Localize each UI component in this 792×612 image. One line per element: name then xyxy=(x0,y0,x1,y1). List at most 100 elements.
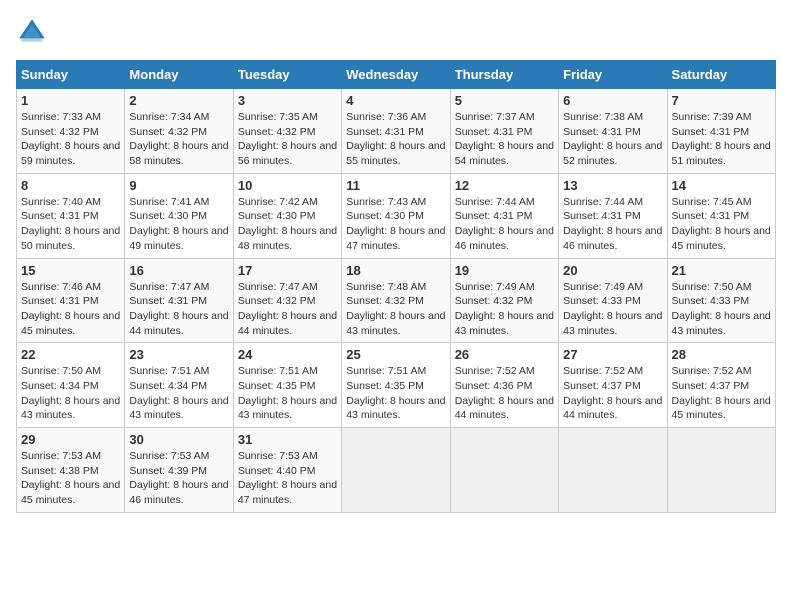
day-number: 21 xyxy=(672,263,771,278)
calendar-cell: 19 Sunrise: 7:49 AMSunset: 4:32 PMDaylig… xyxy=(450,258,558,343)
calendar-cell xyxy=(667,428,775,513)
day-number: 24 xyxy=(238,347,337,362)
day-number: 31 xyxy=(238,432,337,447)
day-detail: Sunrise: 7:49 AMSunset: 4:33 PMDaylight:… xyxy=(563,281,662,337)
day-detail: Sunrise: 7:46 AMSunset: 4:31 PMDaylight:… xyxy=(21,281,120,337)
day-number: 22 xyxy=(21,347,120,362)
day-number: 29 xyxy=(21,432,120,447)
calendar-cell: 11 Sunrise: 7:43 AMSunset: 4:30 PMDaylig… xyxy=(342,173,450,258)
day-detail: Sunrise: 7:50 AMSunset: 4:34 PMDaylight:… xyxy=(21,365,120,421)
calendar-header-friday: Friday xyxy=(559,61,667,89)
calendar-cell: 24 Sunrise: 7:51 AMSunset: 4:35 PMDaylig… xyxy=(233,343,341,428)
day-detail: Sunrise: 7:43 AMSunset: 4:30 PMDaylight:… xyxy=(346,196,445,252)
day-detail: Sunrise: 7:47 AMSunset: 4:31 PMDaylight:… xyxy=(129,281,228,337)
day-number: 12 xyxy=(455,178,554,193)
calendar-cell: 29 Sunrise: 7:53 AMSunset: 4:38 PMDaylig… xyxy=(17,428,125,513)
day-detail: Sunrise: 7:51 AMSunset: 4:34 PMDaylight:… xyxy=(129,365,228,421)
calendar-cell: 15 Sunrise: 7:46 AMSunset: 4:31 PMDaylig… xyxy=(17,258,125,343)
day-number: 1 xyxy=(21,93,120,108)
calendar-cell: 21 Sunrise: 7:50 AMSunset: 4:33 PMDaylig… xyxy=(667,258,775,343)
day-detail: Sunrise: 7:47 AMSunset: 4:32 PMDaylight:… xyxy=(238,281,337,337)
day-detail: Sunrise: 7:51 AMSunset: 4:35 PMDaylight:… xyxy=(238,365,337,421)
calendar-cell: 17 Sunrise: 7:47 AMSunset: 4:32 PMDaylig… xyxy=(233,258,341,343)
day-number: 6 xyxy=(563,93,662,108)
day-number: 13 xyxy=(563,178,662,193)
calendar-cell: 7 Sunrise: 7:39 AMSunset: 4:31 PMDayligh… xyxy=(667,89,775,174)
day-detail: Sunrise: 7:49 AMSunset: 4:32 PMDaylight:… xyxy=(455,281,554,337)
calendar-header-thursday: Thursday xyxy=(450,61,558,89)
calendar-header-tuesday: Tuesday xyxy=(233,61,341,89)
day-detail: Sunrise: 7:48 AMSunset: 4:32 PMDaylight:… xyxy=(346,281,445,337)
day-number: 3 xyxy=(238,93,337,108)
day-number: 10 xyxy=(238,178,337,193)
logo-icon xyxy=(16,16,48,48)
day-number: 17 xyxy=(238,263,337,278)
day-number: 8 xyxy=(21,178,120,193)
day-detail: Sunrise: 7:52 AMSunset: 4:36 PMDaylight:… xyxy=(455,365,554,421)
day-detail: Sunrise: 7:41 AMSunset: 4:30 PMDaylight:… xyxy=(129,196,228,252)
day-number: 5 xyxy=(455,93,554,108)
day-detail: Sunrise: 7:33 AMSunset: 4:32 PMDaylight:… xyxy=(21,111,120,167)
day-number: 28 xyxy=(672,347,771,362)
day-detail: Sunrise: 7:45 AMSunset: 4:31 PMDaylight:… xyxy=(672,196,771,252)
day-number: 4 xyxy=(346,93,445,108)
day-detail: Sunrise: 7:53 AMSunset: 4:39 PMDaylight:… xyxy=(129,450,228,506)
day-number: 7 xyxy=(672,93,771,108)
calendar-cell: 25 Sunrise: 7:51 AMSunset: 4:35 PMDaylig… xyxy=(342,343,450,428)
day-detail: Sunrise: 7:51 AMSunset: 4:35 PMDaylight:… xyxy=(346,365,445,421)
day-number: 9 xyxy=(129,178,228,193)
calendar-cell: 26 Sunrise: 7:52 AMSunset: 4:36 PMDaylig… xyxy=(450,343,558,428)
day-detail: Sunrise: 7:52 AMSunset: 4:37 PMDaylight:… xyxy=(563,365,662,421)
day-detail: Sunrise: 7:37 AMSunset: 4:31 PMDaylight:… xyxy=(455,111,554,167)
day-number: 16 xyxy=(129,263,228,278)
calendar-header-wednesday: Wednesday xyxy=(342,61,450,89)
logo xyxy=(16,16,52,48)
day-number: 26 xyxy=(455,347,554,362)
day-detail: Sunrise: 7:52 AMSunset: 4:37 PMDaylight:… xyxy=(672,365,771,421)
day-detail: Sunrise: 7:38 AMSunset: 4:31 PMDaylight:… xyxy=(563,111,662,167)
calendar-week-row: 8 Sunrise: 7:40 AMSunset: 4:31 PMDayligh… xyxy=(17,173,776,258)
day-number: 25 xyxy=(346,347,445,362)
calendar-cell: 5 Sunrise: 7:37 AMSunset: 4:31 PMDayligh… xyxy=(450,89,558,174)
calendar-header-monday: Monday xyxy=(125,61,233,89)
calendar-cell: 14 Sunrise: 7:45 AMSunset: 4:31 PMDaylig… xyxy=(667,173,775,258)
day-detail: Sunrise: 7:50 AMSunset: 4:33 PMDaylight:… xyxy=(672,281,771,337)
day-detail: Sunrise: 7:44 AMSunset: 4:31 PMDaylight:… xyxy=(563,196,662,252)
day-number: 18 xyxy=(346,263,445,278)
day-detail: Sunrise: 7:42 AMSunset: 4:30 PMDaylight:… xyxy=(238,196,337,252)
header xyxy=(16,16,776,48)
calendar-header-saturday: Saturday xyxy=(667,61,775,89)
calendar-header-sunday: Sunday xyxy=(17,61,125,89)
day-number: 2 xyxy=(129,93,228,108)
day-number: 27 xyxy=(563,347,662,362)
calendar-cell: 8 Sunrise: 7:40 AMSunset: 4:31 PMDayligh… xyxy=(17,173,125,258)
calendar-week-row: 29 Sunrise: 7:53 AMSunset: 4:38 PMDaylig… xyxy=(17,428,776,513)
day-detail: Sunrise: 7:35 AMSunset: 4:32 PMDaylight:… xyxy=(238,111,337,167)
day-detail: Sunrise: 7:34 AMSunset: 4:32 PMDaylight:… xyxy=(129,111,228,167)
calendar-cell xyxy=(450,428,558,513)
calendar-cell xyxy=(342,428,450,513)
calendar-cell: 30 Sunrise: 7:53 AMSunset: 4:39 PMDaylig… xyxy=(125,428,233,513)
calendar-cell: 12 Sunrise: 7:44 AMSunset: 4:31 PMDaylig… xyxy=(450,173,558,258)
calendar-week-row: 1 Sunrise: 7:33 AMSunset: 4:32 PMDayligh… xyxy=(17,89,776,174)
day-detail: Sunrise: 7:53 AMSunset: 4:40 PMDaylight:… xyxy=(238,450,337,506)
calendar-table: SundayMondayTuesdayWednesdayThursdayFrid… xyxy=(16,60,776,513)
calendar-cell: 1 Sunrise: 7:33 AMSunset: 4:32 PMDayligh… xyxy=(17,89,125,174)
calendar-week-row: 15 Sunrise: 7:46 AMSunset: 4:31 PMDaylig… xyxy=(17,258,776,343)
calendar-cell: 4 Sunrise: 7:36 AMSunset: 4:31 PMDayligh… xyxy=(342,89,450,174)
calendar-header-row: SundayMondayTuesdayWednesdayThursdayFrid… xyxy=(17,61,776,89)
calendar-cell: 6 Sunrise: 7:38 AMSunset: 4:31 PMDayligh… xyxy=(559,89,667,174)
day-detail: Sunrise: 7:53 AMSunset: 4:38 PMDaylight:… xyxy=(21,450,120,506)
day-detail: Sunrise: 7:36 AMSunset: 4:31 PMDaylight:… xyxy=(346,111,445,167)
calendar-cell: 31 Sunrise: 7:53 AMSunset: 4:40 PMDaylig… xyxy=(233,428,341,513)
day-number: 14 xyxy=(672,178,771,193)
day-detail: Sunrise: 7:40 AMSunset: 4:31 PMDaylight:… xyxy=(21,196,120,252)
calendar-week-row: 22 Sunrise: 7:50 AMSunset: 4:34 PMDaylig… xyxy=(17,343,776,428)
calendar-cell: 18 Sunrise: 7:48 AMSunset: 4:32 PMDaylig… xyxy=(342,258,450,343)
calendar-cell: 23 Sunrise: 7:51 AMSunset: 4:34 PMDaylig… xyxy=(125,343,233,428)
day-number: 15 xyxy=(21,263,120,278)
day-number: 20 xyxy=(563,263,662,278)
calendar-cell: 28 Sunrise: 7:52 AMSunset: 4:37 PMDaylig… xyxy=(667,343,775,428)
day-detail: Sunrise: 7:39 AMSunset: 4:31 PMDaylight:… xyxy=(672,111,771,167)
calendar-cell: 20 Sunrise: 7:49 AMSunset: 4:33 PMDaylig… xyxy=(559,258,667,343)
